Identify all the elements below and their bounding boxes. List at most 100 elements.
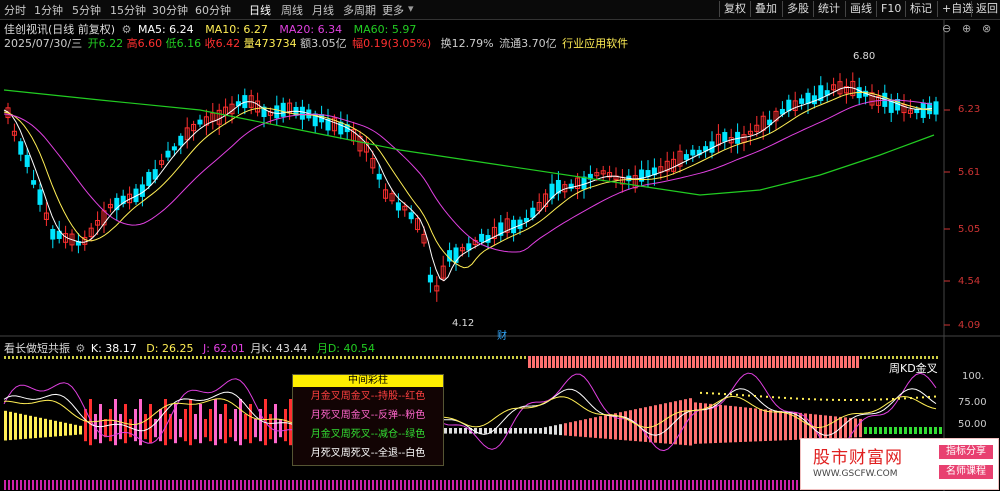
- signal-column: [444, 428, 447, 434]
- tab-5min[interactable]: 5分钟: [72, 2, 101, 18]
- bottom-strip-bar: [744, 480, 746, 490]
- top-strip-bar: [292, 356, 294, 359]
- bottom-strip-bar: [216, 480, 218, 490]
- tab-60min[interactable]: 60分钟: [195, 2, 231, 18]
- indicator-tick: 75.00: [958, 397, 987, 408]
- bottom-strip-bar: [160, 480, 162, 490]
- signal-column: [104, 419, 107, 438]
- fuquan-button[interactable]: 复权: [719, 1, 750, 17]
- top-strip-bar: [732, 356, 735, 368]
- plus-icon[interactable]: ⊕: [962, 22, 971, 35]
- top-strip-bar: [596, 356, 599, 368]
- price-tick: 5.05: [958, 224, 981, 235]
- close-icon[interactable]: ⊗: [982, 22, 991, 35]
- bottom-strip-bar: [712, 480, 714, 490]
- candle-body: [786, 99, 792, 112]
- bottom-strip-bar: [612, 480, 614, 490]
- indicator-settings-icon[interactable]: ⚙: [76, 342, 86, 355]
- bottom-strip-bar: [604, 480, 606, 490]
- top-strip-bar: [620, 356, 623, 368]
- signal-column: [914, 427, 917, 434]
- teacher-course-tag[interactable]: 名师课程: [939, 465, 993, 479]
- f10-button[interactable]: F10: [876, 1, 905, 17]
- top-strip-bar: [436, 356, 438, 359]
- tab-1min[interactable]: 1分钟: [34, 2, 63, 18]
- tab-more[interactable]: 更多: [382, 2, 404, 18]
- candle-body: [395, 202, 401, 211]
- candle-body: [799, 98, 805, 104]
- tab-monthly[interactable]: 月线: [312, 2, 334, 18]
- top-strip-bar: [60, 356, 62, 359]
- draw-line-button[interactable]: 画线: [845, 1, 876, 17]
- top-strip-bar: [124, 356, 126, 359]
- top-strip-bar: [800, 356, 803, 368]
- back-button[interactable]: 返回: [971, 1, 1000, 17]
- top-strip-bar: [376, 356, 378, 359]
- bottom-strip-bar: [400, 480, 402, 490]
- bottom-strip-bar: [236, 480, 238, 490]
- indicator-tick: 50.00: [958, 419, 987, 430]
- signal-column: [924, 427, 927, 434]
- top-strip-bar: [52, 356, 54, 359]
- finance-marker[interactable]: 财: [497, 327, 507, 342]
- top-strip-bar: [172, 356, 174, 359]
- bottom-strip-bar: [776, 480, 778, 490]
- monthly-dot: [760, 395, 762, 398]
- indicator-share-tag[interactable]: 指标分享: [939, 445, 993, 459]
- signal-column: [204, 419, 207, 438]
- top-strip-bar: [420, 356, 422, 359]
- monthly-dot: [784, 396, 786, 399]
- bottom-strip-bar: [208, 480, 210, 490]
- top-strip-bar: [48, 356, 50, 359]
- more-dropdown-icon[interactable]: ▾: [408, 2, 414, 15]
- top-strip-bar: [184, 356, 186, 359]
- multi-stock-button[interactable]: 多股: [782, 1, 813, 17]
- minus-icon[interactable]: ⊖: [942, 22, 951, 35]
- top-strip-bar: [432, 356, 434, 359]
- signal-column: [34, 416, 37, 439]
- bottom-strip-bar: [532, 480, 534, 490]
- top-strip-bar: [652, 356, 655, 368]
- bottom-strip-bar: [624, 480, 626, 490]
- top-strip-bar: [440, 356, 442, 359]
- bar-date: 2025/07/30/三: [4, 37, 83, 50]
- tab-daily[interactable]: 日线: [249, 2, 271, 18]
- top-strip-bar: [20, 356, 22, 359]
- bottom-strip-bar: [276, 480, 278, 490]
- top-strip-bar: [660, 356, 663, 368]
- top-strip-bar: [188, 356, 190, 359]
- top-strip-bar: [888, 356, 890, 359]
- top-strip-bar: [676, 356, 679, 368]
- top-strip-bar: [900, 356, 902, 359]
- bottom-strip-bar: [432, 480, 434, 490]
- signal-column: [449, 428, 452, 434]
- top-strip-bar: [528, 356, 531, 368]
- signal-column: [74, 424, 77, 435]
- tab-weekly[interactable]: 周线: [281, 2, 303, 18]
- bottom-strip-bar: [8, 480, 10, 490]
- tab-30min[interactable]: 30分钟: [152, 2, 188, 18]
- bottom-strip-bar: [152, 480, 154, 490]
- tab-fenshi[interactable]: 分时: [4, 2, 26, 18]
- monthly-dot: [844, 398, 846, 401]
- signal-column: [579, 420, 582, 437]
- overlay-button[interactable]: 叠加: [750, 1, 781, 17]
- bottom-strip-bar: [576, 480, 578, 490]
- signal-column: [594, 417, 597, 438]
- top-strip-bar: [296, 356, 298, 359]
- legend-row-green: 月金叉周死叉--减仓--绿色: [310, 429, 426, 440]
- bottom-strip-bar: [444, 480, 446, 490]
- top-strip-bar: [780, 356, 783, 368]
- tab-15min[interactable]: 15分钟: [110, 2, 146, 18]
- top-strip-bar: [832, 356, 835, 368]
- monthly-dot: [886, 398, 888, 401]
- signal-column: [19, 413, 22, 440]
- statistics-button[interactable]: 统计: [813, 1, 844, 17]
- mark-button[interactable]: 标记: [905, 1, 936, 17]
- candle-body: [683, 154, 689, 160]
- signal-column: [879, 427, 882, 434]
- top-strip-bar: [96, 356, 98, 359]
- open-value: 开6.22: [87, 37, 124, 50]
- signal-column: [864, 427, 867, 434]
- tab-multi-period[interactable]: 多周期: [343, 2, 376, 18]
